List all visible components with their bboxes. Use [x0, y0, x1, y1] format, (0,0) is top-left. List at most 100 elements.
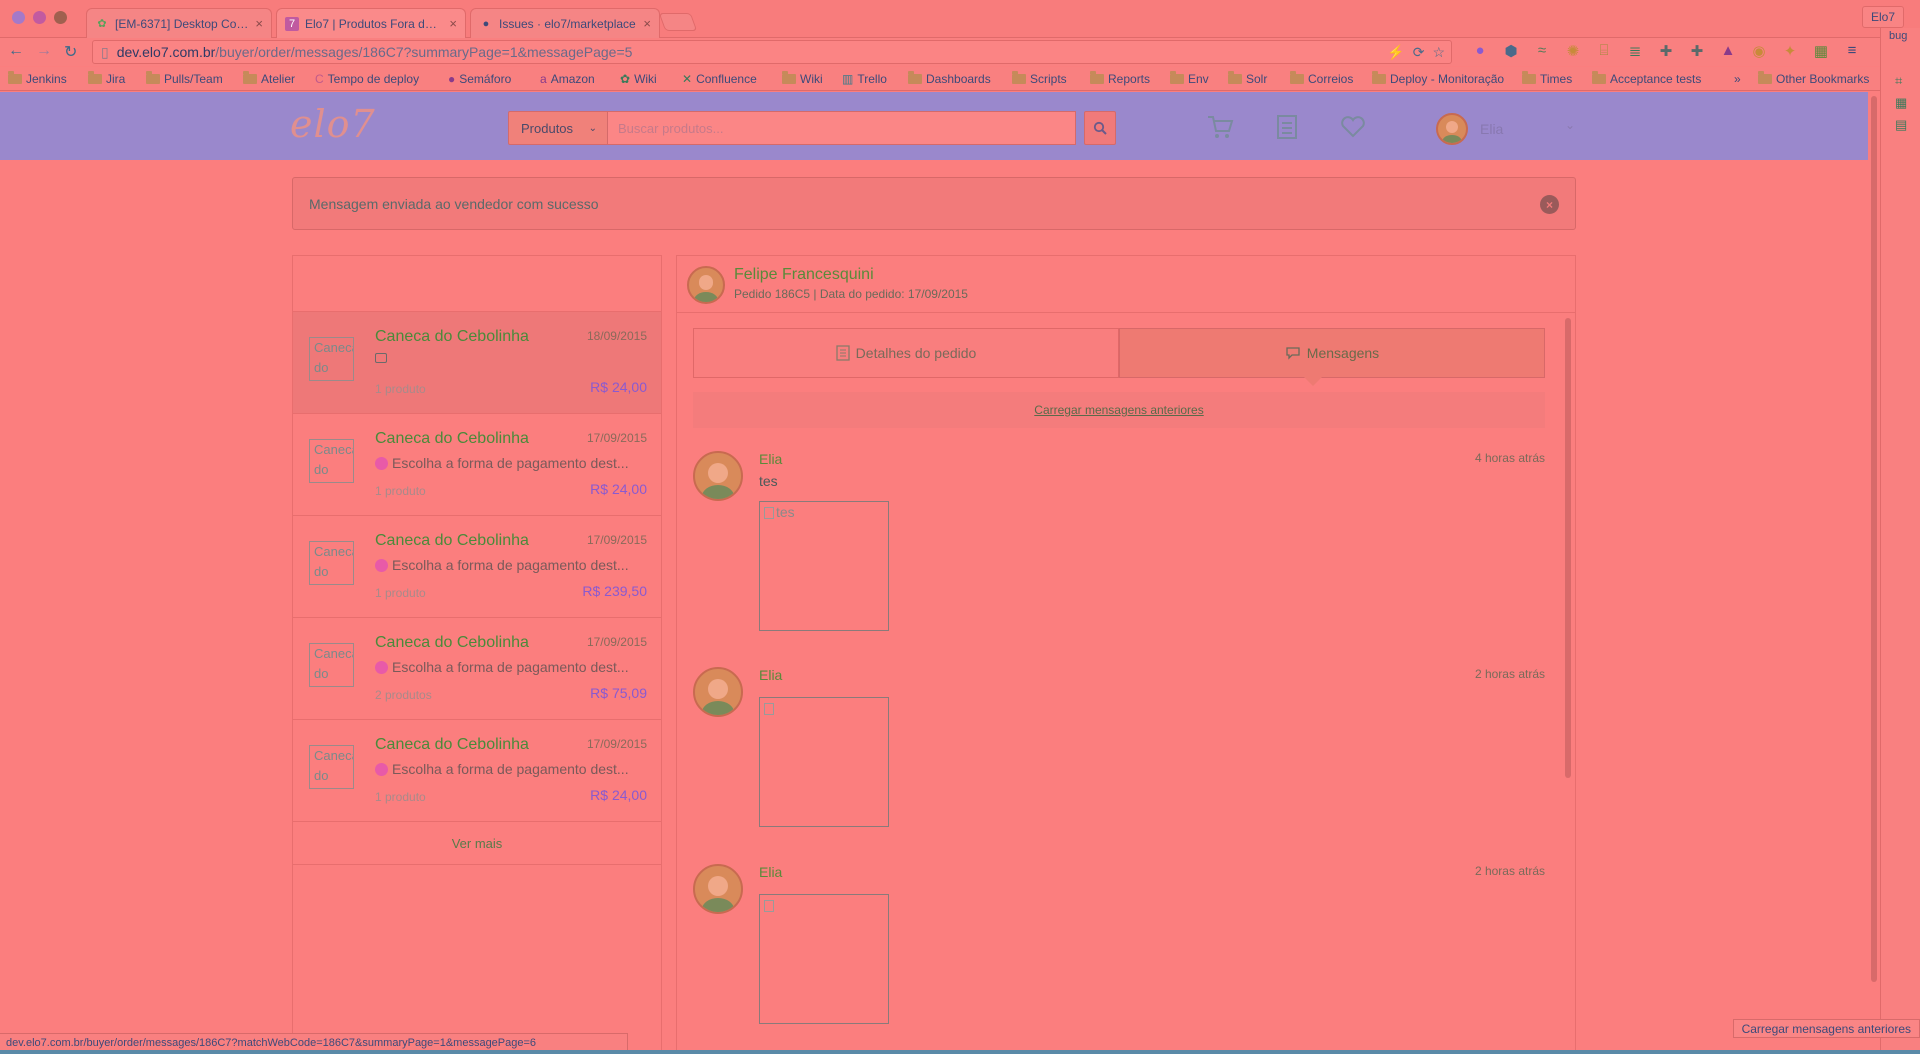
- new-tab-button[interactable]: [658, 13, 698, 31]
- bookmark-correios[interactable]: Correios: [1290, 71, 1353, 86]
- bookmark-amazon[interactable]: a Amazon: [540, 72, 595, 86]
- notes-icon[interactable]: ▤: [1895, 114, 1907, 136]
- see-more-link[interactable]: Ver mais: [293, 823, 661, 865]
- extension-graph-icon[interactable]: ≈: [1532, 42, 1552, 60]
- bookmarks-overflow-button[interactable]: »: [1734, 72, 1741, 86]
- profile-button[interactable]: Elo7: [1861, 6, 1904, 28]
- order-list-item[interactable]: Caneca do Caneca do Cebolinha 17/09/2015…: [293, 618, 661, 720]
- close-tab-icon[interactable]: ×: [255, 16, 263, 31]
- message-item: Elia 4 horas atrás tes tes: [693, 451, 1545, 651]
- close-icon[interactable]: ×: [1540, 195, 1559, 214]
- chrome-menu-icon[interactable]: ≡: [1842, 42, 1862, 60]
- extension-sun-icon[interactable]: ✺: [1563, 42, 1583, 60]
- address-bar[interactable]: ▯ dev.elo7.com.br/buyer/order/messages/1…: [92, 40, 1452, 64]
- bookmark-label: Wiki: [800, 72, 823, 86]
- close-tab-icon[interactable]: ×: [449, 16, 457, 31]
- bookmark-semaforo[interactable]: ● Semáforo: [448, 72, 511, 86]
- messages-scrollbar[interactable]: [1565, 318, 1571, 778]
- bookmark-label: Confluence: [696, 72, 757, 86]
- category-select[interactable]: Produtos ⌄: [508, 111, 608, 145]
- message-attachment-image[interactable]: tes: [759, 501, 889, 631]
- tab-order-details[interactable]: Detalhes do pedido: [693, 328, 1119, 378]
- message-attachment-image[interactable]: [759, 894, 889, 1024]
- bookmark-atelier[interactable]: Atelier: [243, 71, 295, 86]
- bookmark-trello[interactable]: ▥ Trello: [842, 72, 887, 86]
- bookmark-wiki[interactable]: ✿ Wiki: [620, 72, 657, 86]
- browser-tab-elo7[interactable]: 7 Elo7 | Produtos Fora de Série ×: [276, 8, 466, 38]
- extension-bulb-icon[interactable]: ✦: [1780, 42, 1800, 60]
- folder-icon: [1290, 71, 1304, 84]
- page-scrollbar[interactable]: [1871, 96, 1877, 982]
- category-label: Produtos: [521, 120, 574, 136]
- layout-icon[interactable]: ▦: [1895, 92, 1907, 114]
- extension-coin-icon[interactable]: ◉: [1749, 42, 1769, 60]
- order-list-item[interactable]: Caneca do Caneca do Cebolinha 18/09/2015…: [293, 312, 661, 414]
- bookmark-pulls-team[interactable]: Pulls/Team: [146, 71, 223, 86]
- order-message-text: Escolha a forma de pagamento dest...: [392, 761, 629, 777]
- elo7-icon: 7: [285, 16, 299, 31]
- bookmark-label: Deploy - Monitoração: [1390, 72, 1505, 86]
- bookmark-env[interactable]: Env: [1170, 71, 1209, 86]
- order-price: R$ 24,00: [590, 481, 647, 497]
- order-last-message: Escolha a forma de pagamento dest...: [375, 455, 645, 471]
- order-title: Caneca do Cebolinha: [375, 532, 529, 549]
- extension-grid-icon[interactable]: ▦: [1811, 42, 1831, 60]
- browser-tab-jira[interactable]: ✿ [EM-6371] Desktop Compra ×: [86, 8, 272, 38]
- folder-icon: [1372, 71, 1386, 84]
- bookmark-star-icon[interactable]: ☆: [1432, 44, 1445, 61]
- extension-bracket-icon[interactable]: ⌸: [1594, 42, 1614, 60]
- extension-tower-icon[interactable]: ≣: [1625, 42, 1645, 60]
- order-list-item[interactable]: Caneca do Caneca do Cebolinha 17/09/2015…: [293, 720, 661, 822]
- message-item: Elia 2 horas atrás: [693, 667, 1545, 847]
- tab-messages[interactable]: Mensagens: [1119, 328, 1545, 378]
- pin-icon[interactable]: ⌗: [1895, 70, 1907, 92]
- other-bookmarks[interactable]: Other Bookmarks: [1758, 71, 1869, 86]
- bookmark-tempo-deploy[interactable]: C Tempo de deploy: [315, 72, 419, 86]
- back-icon[interactable]: ←: [8, 42, 24, 60]
- forward-icon[interactable]: →: [36, 42, 52, 60]
- bookmark-reports[interactable]: Reports: [1090, 71, 1150, 86]
- extension-android-icon[interactable]: ▲: [1718, 42, 1738, 60]
- tab-label: Mensagens: [1306, 345, 1380, 361]
- cart-icon[interactable]: [1206, 114, 1234, 140]
- message-bubble-icon: [375, 353, 387, 363]
- elo7-logo[interactable]: elo7: [290, 102, 376, 146]
- extension-puzzle2-icon[interactable]: ✚: [1687, 42, 1707, 60]
- bookmark-confluence[interactable]: ✕ Confluence: [682, 72, 757, 86]
- minimize-window-button[interactable]: [33, 11, 46, 24]
- bookmark-times[interactable]: Times: [1522, 71, 1572, 86]
- window-controls: [12, 11, 67, 24]
- search-button[interactable]: [1084, 111, 1116, 145]
- user-menu[interactable]: Elia: [1436, 113, 1503, 145]
- user-name: Elia: [1480, 121, 1504, 137]
- browser-tab-github[interactable]: ● Issues · elo7/marketplace ×: [470, 8, 660, 38]
- bookmark-dashboards[interactable]: Dashboards: [908, 71, 991, 86]
- extension-hex-icon[interactable]: ⬢: [1501, 42, 1521, 60]
- search-input[interactable]: [608, 111, 1076, 145]
- reload-icon[interactable]: ↻: [64, 42, 77, 62]
- bookmark-deploy-monitoracao[interactable]: Deploy - Monitoração: [1372, 71, 1505, 86]
- bookmark-jira[interactable]: Jira: [88, 71, 125, 86]
- bookmark-wiki-folder[interactable]: Wiki: [782, 71, 823, 86]
- sync-icon[interactable]: ⟳: [1413, 44, 1425, 61]
- bookmark-jenkins[interactable]: Jenkins: [8, 71, 67, 86]
- order-list-item[interactable]: Caneca do Caneca do Cebolinha 17/09/2015…: [293, 516, 661, 618]
- flash-icon[interactable]: ⚡: [1387, 44, 1404, 61]
- chevron-down-icon[interactable]: ⌄: [1565, 118, 1575, 132]
- extension-puzzle-icon[interactable]: ✚: [1656, 42, 1676, 60]
- favorites-heart-icon[interactable]: [1340, 116, 1366, 138]
- conversation-header: Felipe Francesquini Pedido 186C5 | Data …: [677, 256, 1575, 313]
- close-window-button[interactable]: [12, 11, 25, 24]
- message-attachment-image[interactable]: [759, 697, 889, 827]
- product-thumbnail: Caneca do: [309, 541, 354, 585]
- close-tab-icon[interactable]: ×: [643, 16, 651, 31]
- bookmark-solr[interactable]: Solr: [1228, 71, 1267, 86]
- bookmark-acceptance-tests[interactable]: Acceptance tests: [1592, 71, 1701, 86]
- load-older-messages-link[interactable]: Carregar mensagens anteriores: [693, 392, 1545, 428]
- orders-list-icon[interactable]: [1276, 114, 1298, 140]
- zoom-window-button[interactable]: [54, 11, 67, 24]
- order-list-item[interactable]: Caneca do Caneca do Cebolinha 17/09/2015…: [293, 414, 661, 516]
- bookmark-scripts[interactable]: Scripts: [1012, 71, 1067, 86]
- image-alt-text: tes: [776, 504, 795, 520]
- extension-purple-icon[interactable]: ●: [1470, 42, 1490, 60]
